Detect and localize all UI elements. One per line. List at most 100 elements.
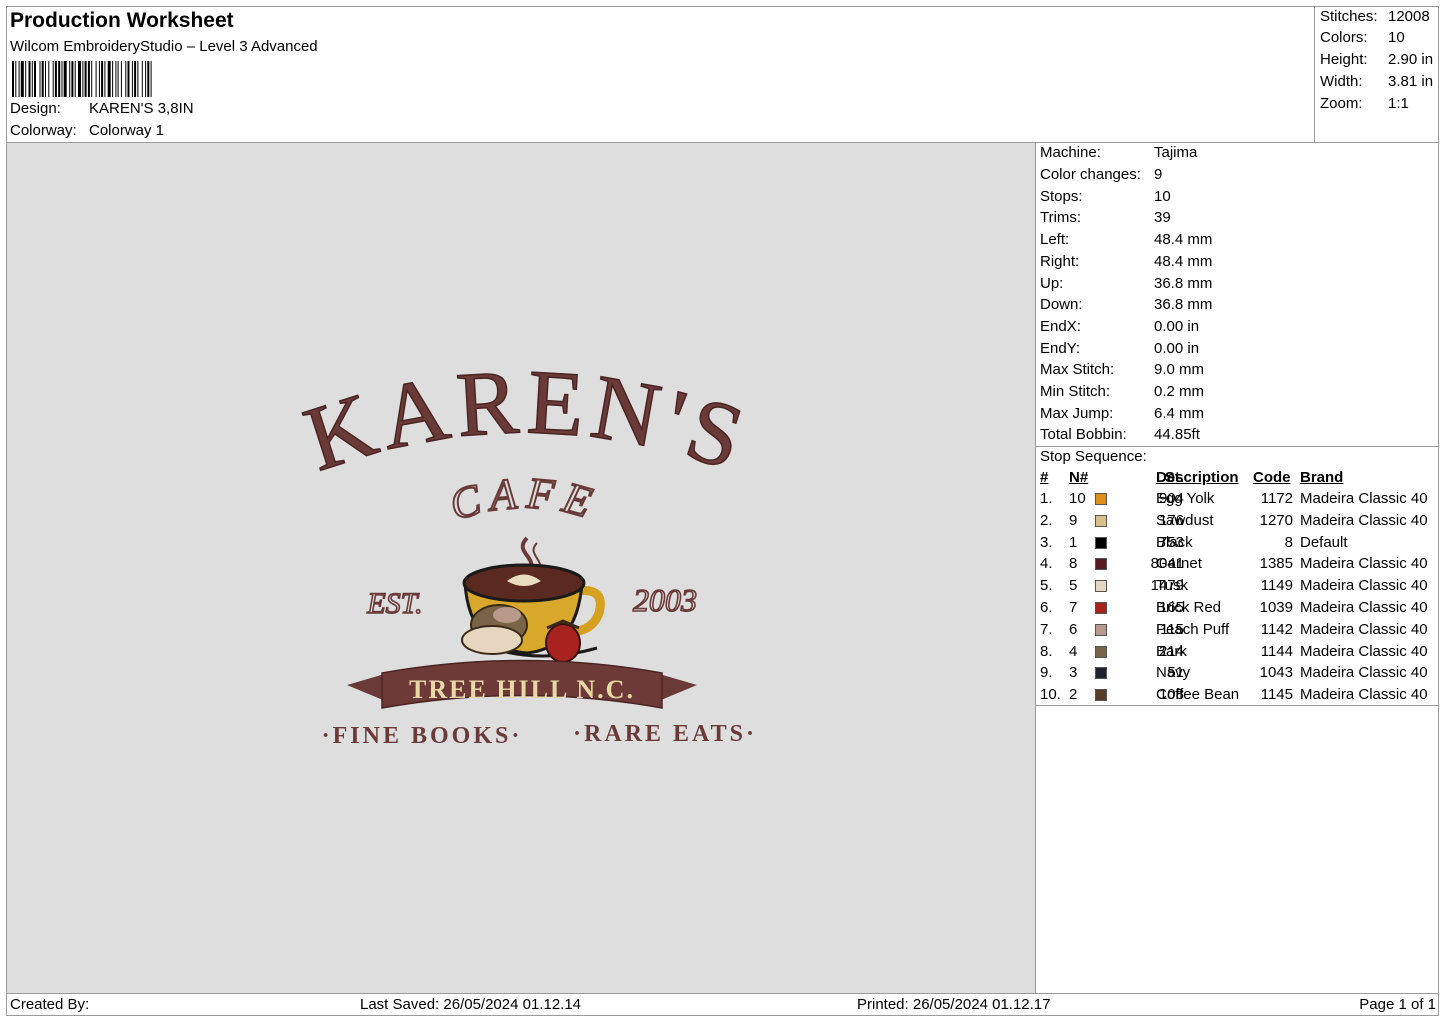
info-min-stitch: Min Stitch: 0.2 mm [1040,383,1205,400]
col-header-brand: Brand [1300,469,1344,486]
col-header-needle: N# [1069,469,1089,486]
col-header-description: Description [1156,469,1239,486]
design-value: KAREN'S 3,8IN [89,100,194,117]
logo-est: EST. [366,587,422,620]
row-description: Tusk [1156,577,1188,595]
row-needle: 5 [1069,577,1078,595]
info-color-changes: Color changes: 9 [1040,166,1163,183]
info-total-bobbin: Total Bobbin: 44.85ft [1040,426,1200,443]
row-description: Brick Red [1156,599,1222,616]
row-index: 8. [1040,642,1053,660]
row-index: 3. [1040,533,1053,551]
info-machine: Machine: Tajima [1040,144,1198,161]
row-brand: Madeira Classic 40 [1300,686,1428,704]
info-endy: EndY: 0.00 in [1040,340,1200,357]
row-needle: 2 [1069,686,1078,704]
row-description: Sawdust [1156,511,1214,529]
info-down: Down: 36.8 mm [1040,296,1213,313]
row-brand: Madeira Classic 40 [1300,577,1428,595]
info-right: Right: 48.4 mm [1040,253,1213,270]
software-name: Wilcom EmbroideryStudio – Level 3 Advanc… [10,38,318,55]
row-code: 1039 [1259,599,1293,616]
row-code: 1172 [1260,490,1293,507]
row-code: 1144 [1260,642,1293,660]
info-max-stitch: Max Stitch: 9.0 mm [1040,361,1205,378]
design-artwork: KAREN'S CAFE EST. 2003 TREE HILL N.C. ·F… [292,349,761,749]
row-needle: 9 [1069,511,1078,529]
row-description: Black [1156,533,1193,551]
tagline-right: ·RARE EATS· [573,721,757,747]
divider [1036,705,1439,706]
row-code: 1270 [1259,511,1293,529]
row-brand: Default [1300,533,1348,551]
row-code: 1149 [1260,577,1293,595]
info-max-jump: Max Jump: 6.4 mm [1040,405,1205,422]
logo-title: KAREN'S [293,350,761,491]
row-description: Peach Puff [1156,620,1230,638]
logo-subtitle: CAFE [445,468,605,529]
row-brand: Madeira Classic 40 [1300,490,1428,507]
colorway-label: Colorway: [10,122,77,139]
color-swatch [1095,689,1107,702]
info-stops: Stops: 10 [1040,188,1171,205]
row-code: 8 [1284,533,1293,551]
row-needle: 8 [1069,555,1078,573]
stat-width: Width: 3.81 in [1320,73,1434,90]
row-index: 10. [1040,686,1061,704]
created-by: Created By: [10,996,90,1013]
row-description: Egg Yolk [1156,490,1215,507]
row-needle: 10 [1069,490,1086,507]
stop-sequence-title: Stop Sequence: [1040,448,1147,465]
row-needle: 1 [1069,533,1078,551]
summary-stats: Stitches: 12008 Colors: 10 Height: 2.90 in … [1314,7,1440,142]
strawberry-icon [545,619,581,663]
row-brand: Madeira Classic 40 [1300,511,1428,529]
row-needle: 3 [1069,664,1078,682]
row-description: Garnet [1156,555,1202,573]
color-swatch [1095,580,1107,593]
stat-colors: Colors: 10 [1320,29,1405,46]
stat-height: Height: 2.90 in [1320,51,1434,68]
row-index: 9. [1040,664,1053,682]
info-endx: EndX: 0.00 in [1040,318,1200,335]
row-code: 1043 [1259,664,1293,682]
printed-date: Printed: 26/05/2024 01.12.17 [857,996,1051,1013]
row-code: 1385 [1259,555,1293,573]
row-description: Navy [1156,664,1191,682]
row-index: 4. [1040,555,1053,573]
color-swatch [1095,667,1107,680]
row-code: 1142 [1260,620,1293,638]
row-brand: Madeira Classic 40 [1300,664,1428,682]
info-trims: Trims: 39 [1040,209,1171,226]
color-swatch [1095,493,1107,505]
col-header-index: # [1040,469,1049,486]
row-index: 2. [1040,511,1053,529]
color-swatch [1095,536,1107,549]
row-index: 1. [1040,490,1053,507]
colorway-value: Colorway 1 [89,122,165,139]
tagline-left: ·FINE BOOKS· [322,723,523,749]
row-brand: Madeira Classic 40 [1300,620,1428,638]
info-left: Left: 48.4 mm [1040,231,1213,248]
color-swatch [1095,514,1107,527]
barcode-icon [12,61,152,97]
row-brand: Madeira Classic 40 [1300,555,1428,573]
logo-year: 2003 [633,582,697,618]
divider [1036,446,1439,447]
row-needle: 7 [1069,599,1078,616]
page-title: Production Worksheet [10,9,234,32]
row-brand: Madeira Classic 40 [1300,642,1428,660]
last-saved: Last Saved: 26/05/2024 01.12.14 [360,996,582,1013]
design-label: Design: [10,100,61,117]
color-swatch [1095,602,1107,614]
design-preview: KAREN'S CAFE EST. 2003 TREE HILL N.C. ·F… [7,143,1035,993]
row-description: Coffee Bean [1156,686,1240,704]
row-code: 1145 [1260,686,1293,704]
info-up: Up: 36.8 mm [1040,275,1213,292]
row-needle: 6 [1069,620,1078,638]
stat-stitches: Stitches: 12008 [1320,8,1430,25]
col-header-code: Code [1253,469,1291,486]
row-index: 7. [1040,620,1053,638]
colorway-row: Colorway: Colorway 1 [10,122,164,139]
banner-text: TREE HILL N.C. [409,675,635,704]
